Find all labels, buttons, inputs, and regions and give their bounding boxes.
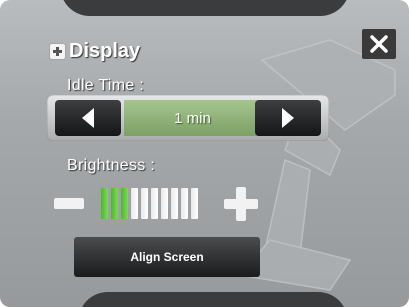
expand-plus-icon — [50, 43, 65, 59]
close-button[interactable] — [362, 29, 396, 59]
brightness-level-segment — [171, 188, 178, 219]
brightness-level-segment — [141, 188, 148, 219]
brightness-level-segment — [161, 188, 168, 219]
brightness-level-segment — [101, 188, 108, 219]
brightness-increase-button[interactable] — [224, 187, 258, 221]
brightness-decrease-button[interactable] — [54, 198, 84, 209]
idle-time-selector: 1 min — [47, 95, 329, 141]
brightness-level-segment — [111, 188, 118, 219]
brightness-level-segment — [131, 188, 138, 219]
idle-time-label: Idle Time : — [67, 77, 145, 94]
close-icon — [370, 35, 388, 53]
brightness-level-indicator — [101, 188, 201, 219]
brightness-level-segment — [121, 188, 128, 219]
display-settings-panel: Display Idle Time : 1 min Brightness : A… — [0, 0, 409, 307]
align-screen-button[interactable]: Align Screen — [74, 237, 260, 277]
brightness-level-segment — [181, 188, 188, 219]
brightness-label: Brightness : — [67, 157, 156, 174]
brightness-level-segment — [191, 188, 198, 219]
idle-time-previous-button[interactable] — [55, 100, 121, 136]
idle-time-value: 1 min — [124, 100, 261, 136]
arrow-left-icon — [82, 108, 94, 128]
arrow-right-icon — [282, 108, 294, 128]
dialog-title: Display — [50, 39, 140, 63]
brightness-level-segment — [151, 188, 158, 219]
idle-time-next-button[interactable] — [255, 100, 321, 136]
dialog-title-text: Display — [69, 39, 141, 62]
